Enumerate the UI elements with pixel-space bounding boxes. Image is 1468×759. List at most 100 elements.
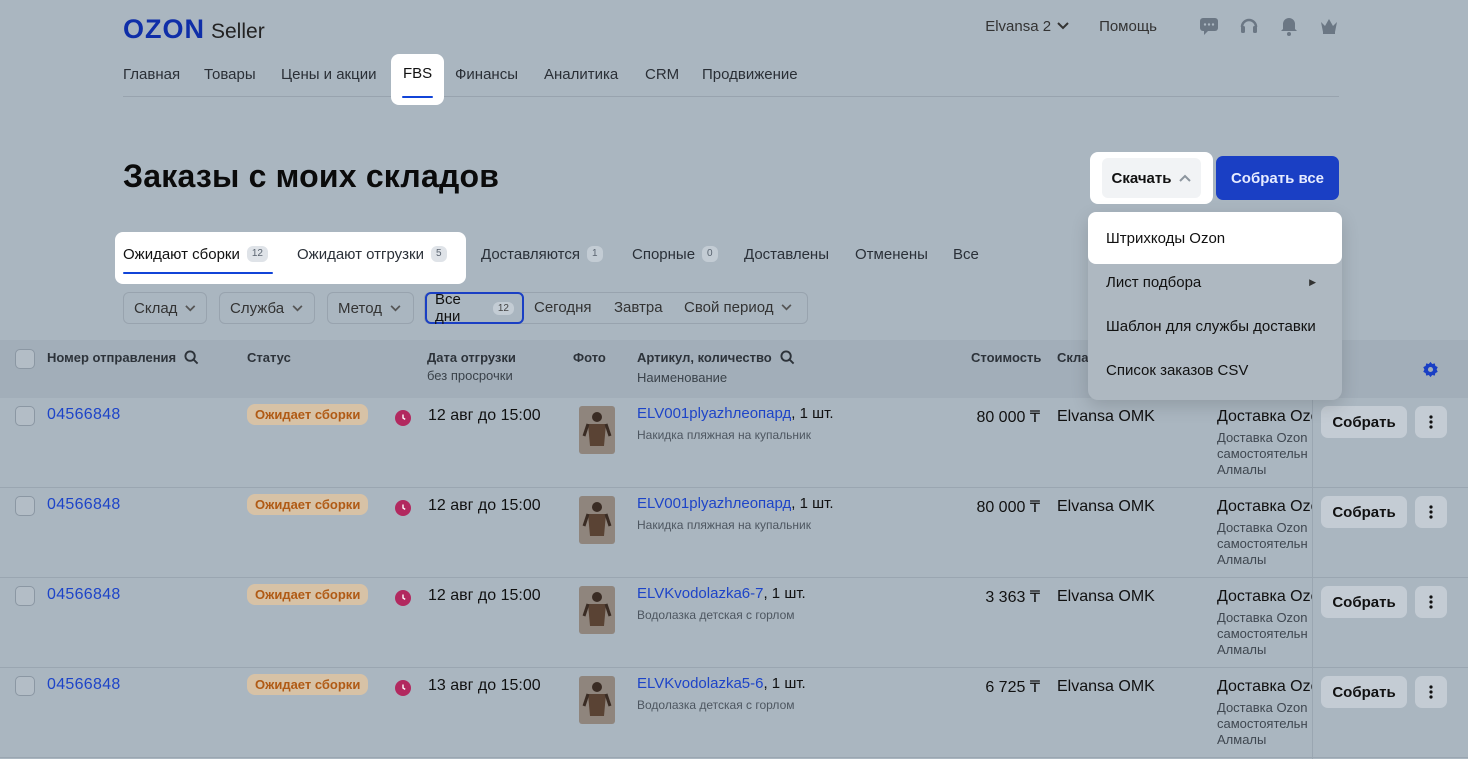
status-badge: Ожидает сборки bbox=[247, 404, 369, 425]
menu-item-pick-list[interactable]: Лист подбора ▶ bbox=[1088, 260, 1342, 304]
row-checkbox[interactable] bbox=[15, 496, 35, 516]
nav-item-prices[interactable]: Цены и акции bbox=[281, 55, 376, 97]
column-label: Номер отправления bbox=[47, 350, 177, 365]
nav-item-fbs[interactable]: FBS bbox=[391, 54, 445, 105]
service-filter[interactable]: Служба bbox=[219, 292, 315, 324]
more-actions-button[interactable] bbox=[1415, 676, 1447, 708]
nav-item-finance[interactable]: Финансы bbox=[455, 55, 518, 97]
tab-all[interactable]: Все bbox=[953, 244, 979, 264]
tab-awaiting-assembly[interactable]: Ожидают сборки 12 bbox=[123, 244, 268, 264]
deadline-clock bbox=[395, 590, 411, 606]
filter-label: Склад bbox=[134, 299, 178, 317]
search-icon[interactable] bbox=[184, 350, 199, 365]
sku-link[interactable]: ELVKvodolazka6-7 bbox=[637, 585, 763, 602]
order-price: 3 363 ₸ bbox=[985, 589, 1040, 606]
custom-period-filter[interactable]: Свой период bbox=[684, 299, 792, 316]
table-settings-button[interactable] bbox=[1422, 361, 1439, 383]
tab-label: Ожидают отгрузки bbox=[297, 245, 424, 263]
collect-button[interactable]: Собрать bbox=[1321, 496, 1407, 528]
menu-item-ozon-barcodes[interactable]: Штрихкоды Ozon bbox=[1088, 212, 1342, 264]
tab-delivered[interactable]: Доставлены bbox=[744, 244, 829, 264]
product-name: Накидка пляжная на купальник bbox=[637, 518, 811, 532]
status-badge-label: Ожидает сборки bbox=[247, 674, 369, 695]
warehouse-filter[interactable]: Склад bbox=[123, 292, 207, 324]
today-filter[interactable]: Сегодня bbox=[534, 299, 592, 316]
sku-link[interactable]: ELVKvodolazka5-6 bbox=[637, 675, 763, 692]
tab-label: Доставляются bbox=[481, 245, 580, 263]
order-number-link[interactable]: 04566848 bbox=[47, 676, 121, 694]
order-price: 80 000 ₸ bbox=[976, 409, 1040, 426]
more-vertical-icon bbox=[1429, 505, 1433, 519]
account-switcher[interactable]: Elvansa 2 bbox=[985, 18, 1069, 35]
order-number-link[interactable]: 04566848 bbox=[47, 496, 121, 514]
product-photo[interactable] bbox=[579, 586, 615, 634]
more-actions-button[interactable] bbox=[1415, 406, 1447, 438]
collect-button[interactable]: Собрать bbox=[1321, 406, 1407, 438]
collect-all-button[interactable]: Собрать все bbox=[1216, 156, 1339, 200]
page-title: Заказы с моих складов bbox=[123, 158, 500, 194]
status-badge: Ожидает сборки bbox=[247, 584, 369, 605]
chat-icon[interactable] bbox=[1199, 16, 1219, 36]
column-photo: Фото bbox=[573, 350, 606, 365]
sku-link[interactable]: ELV001plyazhлеопард bbox=[637, 495, 791, 512]
row-checkbox[interactable] bbox=[15, 676, 35, 696]
warehouse-name: Elvansa OMK bbox=[1057, 408, 1155, 425]
sku-link[interactable]: ELV001plyazhлеопард bbox=[637, 405, 791, 422]
bell-icon[interactable] bbox=[1279, 16, 1299, 36]
row-checkbox[interactable] bbox=[15, 406, 35, 426]
nav-item-promotion[interactable]: Продвижение bbox=[702, 55, 798, 97]
filter-count: 12 bbox=[492, 301, 514, 315]
search-icon[interactable] bbox=[780, 350, 795, 365]
nav-item-crm[interactable]: CRM bbox=[645, 55, 679, 97]
crown-icon[interactable] bbox=[1319, 16, 1339, 36]
nav-item-analytics[interactable]: Аналитика bbox=[544, 55, 618, 97]
nav-item-products[interactable]: Товары bbox=[204, 55, 256, 97]
clock-icon bbox=[395, 500, 411, 516]
tab-label: Отменены bbox=[855, 245, 928, 263]
collect-button[interactable]: Собрать bbox=[1321, 586, 1407, 618]
product-photo[interactable] bbox=[579, 406, 615, 454]
tab-label: Спорные bbox=[632, 245, 696, 263]
tab-cancelled[interactable]: Отменены bbox=[855, 244, 928, 264]
tomorrow-filter[interactable]: Завтра bbox=[614, 299, 663, 316]
column-ship-date[interactable]: Дата отгрузки bbox=[427, 350, 516, 365]
menu-item-delivery-template[interactable]: Шаблон для службы доставки bbox=[1088, 304, 1342, 348]
row-checkbox[interactable] bbox=[15, 586, 35, 606]
order-number-link[interactable]: 04566848 bbox=[47, 586, 121, 604]
delivery-method: Доставка Ozo bbox=[1217, 498, 1312, 515]
delivery-details: Доставка Ozon самостоятельн Алмалы bbox=[1217, 520, 1312, 568]
delivery-detail-line: Алмалы bbox=[1217, 462, 1267, 477]
chevron-up-icon bbox=[1179, 174, 1192, 182]
nav-item-home[interactable]: Главная bbox=[123, 55, 180, 97]
more-actions-button[interactable] bbox=[1415, 586, 1447, 618]
more-actions-button[interactable] bbox=[1415, 496, 1447, 528]
collect-button[interactable]: Собрать bbox=[1321, 676, 1407, 708]
warehouse-name: Elvansa OMK bbox=[1057, 588, 1155, 605]
product-photo[interactable] bbox=[579, 496, 615, 544]
tab-delivering[interactable]: Доставляются 1 bbox=[481, 244, 603, 264]
select-all-checkbox[interactable] bbox=[15, 349, 35, 369]
tab-disputed[interactable]: Спорные 0 bbox=[632, 244, 718, 264]
headset-icon[interactable] bbox=[1239, 16, 1259, 36]
menu-item-orders-csv[interactable]: Список заказов CSV bbox=[1088, 348, 1342, 392]
order-number-link[interactable]: 04566848 bbox=[47, 406, 121, 424]
column-sku[interactable]: Артикул, количество bbox=[637, 350, 795, 365]
help-link[interactable]: Помощь bbox=[1099, 18, 1157, 35]
clock-icon bbox=[395, 680, 411, 696]
product-photo[interactable] bbox=[579, 676, 615, 724]
tab-awaiting-shipment[interactable]: Ожидают отгрузки 5 bbox=[297, 244, 447, 264]
delivery-detail-line: самостоятельн bbox=[1217, 536, 1308, 551]
filter-label: Все дни bbox=[435, 291, 461, 325]
download-button[interactable]: Скачать bbox=[1101, 158, 1202, 198]
product-name: Накидка пляжная на купальник bbox=[637, 428, 811, 442]
filter-label: Свой период bbox=[684, 299, 774, 316]
method-filter[interactable]: Метод bbox=[327, 292, 414, 324]
column-price[interactable]: Стоимость bbox=[971, 350, 1041, 365]
ozon-seller-logo[interactable]: OZON Seller bbox=[123, 14, 265, 45]
filter-label: Метод bbox=[338, 299, 382, 317]
column-order-number[interactable]: Номер отправления bbox=[47, 350, 199, 365]
sku-cell: ELVKvodolazka6-7, 1 шт. bbox=[637, 585, 806, 602]
ship-date: 12 авг до 15:00 bbox=[428, 407, 541, 424]
all-days-filter[interactable]: Все дни 12 bbox=[425, 291, 524, 325]
delivery-detail-line: Доставка Ozon bbox=[1217, 430, 1308, 445]
